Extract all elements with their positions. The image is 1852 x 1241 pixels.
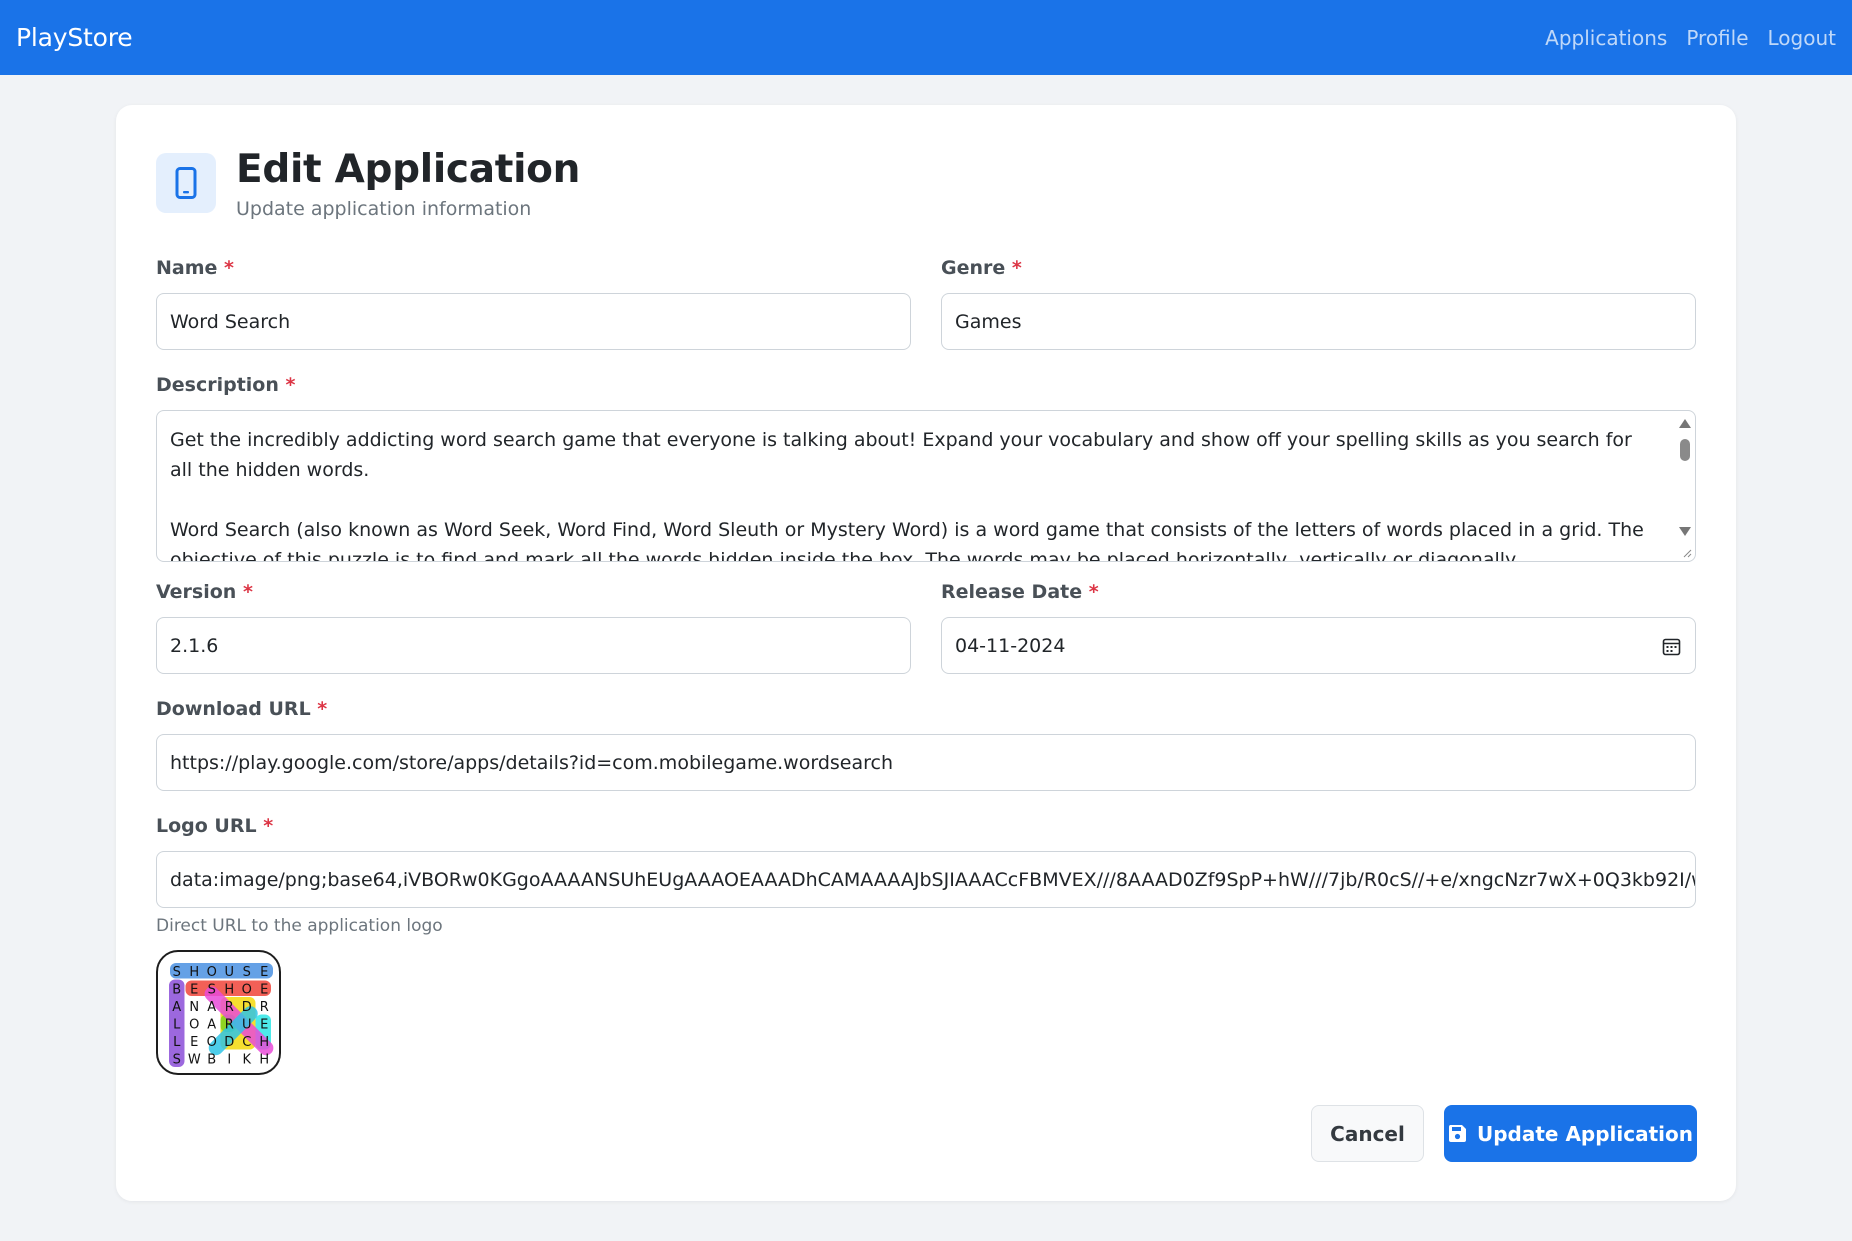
version-label: Version * — [156, 581, 253, 603]
required-marker: * — [1088, 581, 1099, 603]
logo-grid-letter: N — [189, 1000, 199, 1015]
logo-grid-letter: R — [260, 1000, 269, 1015]
page-subtitle: Update application information — [236, 198, 532, 220]
description-paragraph-2: Word Search (also known as Word Seek, Wo… — [170, 519, 1644, 562]
logo-grid-letter: U — [242, 1017, 252, 1032]
logo-grid-letter: R — [225, 1000, 234, 1015]
name-input[interactable]: Word Search — [156, 293, 911, 350]
description-label-text: Description — [156, 374, 279, 396]
required-marker: * — [317, 698, 328, 720]
required-marker: * — [285, 374, 296, 396]
required-marker: * — [242, 581, 253, 603]
logo-grid-letter: O — [207, 1035, 217, 1050]
download-url-label: Download URL * — [156, 698, 327, 720]
logo-grid-letter: U — [224, 965, 234, 980]
logo-grid-letter: R — [225, 1017, 234, 1032]
logo-url-help-text: Direct URL to the application logo — [156, 916, 443, 936]
genre-label: Genre * — [941, 257, 1022, 279]
save-icon — [1448, 1125, 1466, 1142]
logo-grid-letter: O — [207, 965, 217, 980]
description-label: Description * — [156, 374, 295, 396]
logo-grid-letter: I — [227, 1052, 231, 1067]
version-label-text: Version — [156, 581, 237, 603]
header-icon-box — [156, 153, 216, 213]
logo-grid-letter: L — [173, 1017, 181, 1032]
logo-grid-letter: O — [189, 1017, 199, 1032]
logo-grid-letter: H — [224, 982, 234, 997]
release-date-value: 04-11-2024 — [955, 634, 1066, 657]
word-search-logo: S H O U S EB E S H O EA N A R D RL O A R U EL E O D C HS W B I K H — [169, 963, 274, 1067]
release-date-label-text: Release Date — [941, 581, 1083, 603]
nav-links: Applications Profile Logout — [1545, 26, 1836, 50]
logo-url-input[interactable]: data:image/png;base64,iVBORw0KGgoAAAANSU… — [156, 851, 1696, 908]
calendar-icon[interactable] — [1662, 637, 1681, 656]
navbar: PlayStore Applications Profile Logout — [0, 0, 1852, 75]
cancel-button[interactable]: Cancel — [1311, 1105, 1424, 1162]
logo-grid-letter: O — [242, 982, 252, 997]
logo-grid-letter: C — [242, 1035, 251, 1050]
logo-grid-letter: H — [259, 1052, 269, 1067]
scroll-down-arrow-icon[interactable] — [1679, 527, 1691, 536]
scroll-up-arrow-icon[interactable] — [1679, 419, 1691, 428]
version-input[interactable]: 2.1.6 — [156, 617, 911, 674]
card-body: Edit Application Update application info… — [156, 105, 1697, 1201]
name-label: Name * — [156, 257, 234, 279]
logo-grid-letter: E — [190, 1035, 198, 1050]
logo-grid-letter: D — [242, 1000, 252, 1015]
nav-link-profile[interactable]: Profile — [1686, 26, 1748, 50]
name-label-text: Name — [156, 257, 218, 279]
edit-application-card: Edit Application Update application info… — [116, 105, 1736, 1201]
logo-grid-letter: S — [208, 982, 216, 997]
required-marker: * — [263, 815, 274, 837]
logo-preview-image: SHOUSEBESHOEANARDRLOARUELEODCHSWBIKH — [156, 950, 281, 1075]
logo-url-label: Logo URL * — [156, 815, 273, 837]
genre-label-text: Genre — [941, 257, 1006, 279]
logo-grid-letter: B — [172, 982, 181, 997]
mobile-phone-icon — [175, 167, 197, 199]
logo-grid-letter: E — [260, 982, 268, 997]
update-button-label: Update Application — [1476, 1121, 1694, 1146]
logo-grid-letter: A — [207, 1017, 216, 1032]
logo-grid-letter: S — [173, 1052, 181, 1067]
logo-grid-letter: H — [189, 965, 199, 980]
logo-grid-letter: K — [242, 1052, 251, 1067]
brand-link[interactable]: PlayStore — [16, 23, 133, 52]
nav-link-applications[interactable]: Applications — [1545, 26, 1667, 50]
release-date-input[interactable]: 04-11-2024 — [941, 617, 1696, 674]
nav-link-logout[interactable]: Logout — [1768, 26, 1836, 50]
logo-highlight-blue — [170, 963, 273, 979]
description-textarea[interactable]: Get the incredibly addicting word search… — [156, 410, 1696, 562]
scroll-thumb[interactable] — [1680, 439, 1690, 461]
logo-grid-letter: E — [260, 965, 268, 980]
required-marker: * — [1011, 257, 1022, 279]
release-date-label: Release Date * — [941, 581, 1099, 603]
logo-grid-letter: B — [207, 1052, 216, 1067]
logo-grid-letter: W — [188, 1052, 201, 1067]
logo-grid-letter: S — [173, 965, 181, 980]
description-paragraph-1: Get the incredibly addicting word search… — [170, 429, 1632, 481]
update-application-button[interactable]: Update Application — [1444, 1105, 1697, 1162]
logo-url-label-text: Logo URL — [156, 815, 257, 837]
logo-grid-letter: E — [260, 1017, 268, 1032]
logo-grid-letter: D — [224, 1035, 234, 1050]
logo-grid-letter: A — [207, 1000, 216, 1015]
download-url-input[interactable]: https://play.google.com/store/apps/detai… — [156, 734, 1696, 791]
logo-grid-letter: L — [173, 1035, 181, 1050]
textarea-scrollbar[interactable] — [1677, 419, 1693, 549]
resize-grip-icon[interactable] — [1682, 548, 1692, 558]
logo-grid-letter: E — [190, 982, 198, 997]
logo-grid-letter: S — [243, 965, 251, 980]
required-marker: * — [224, 257, 234, 279]
genre-input[interactable]: Games — [941, 293, 1696, 350]
logo-grid-letter: H — [259, 1035, 269, 1050]
download-url-label-text: Download URL — [156, 698, 311, 720]
logo-grid-letter: A — [172, 1000, 181, 1015]
page-title: Edit Application — [236, 147, 581, 192]
